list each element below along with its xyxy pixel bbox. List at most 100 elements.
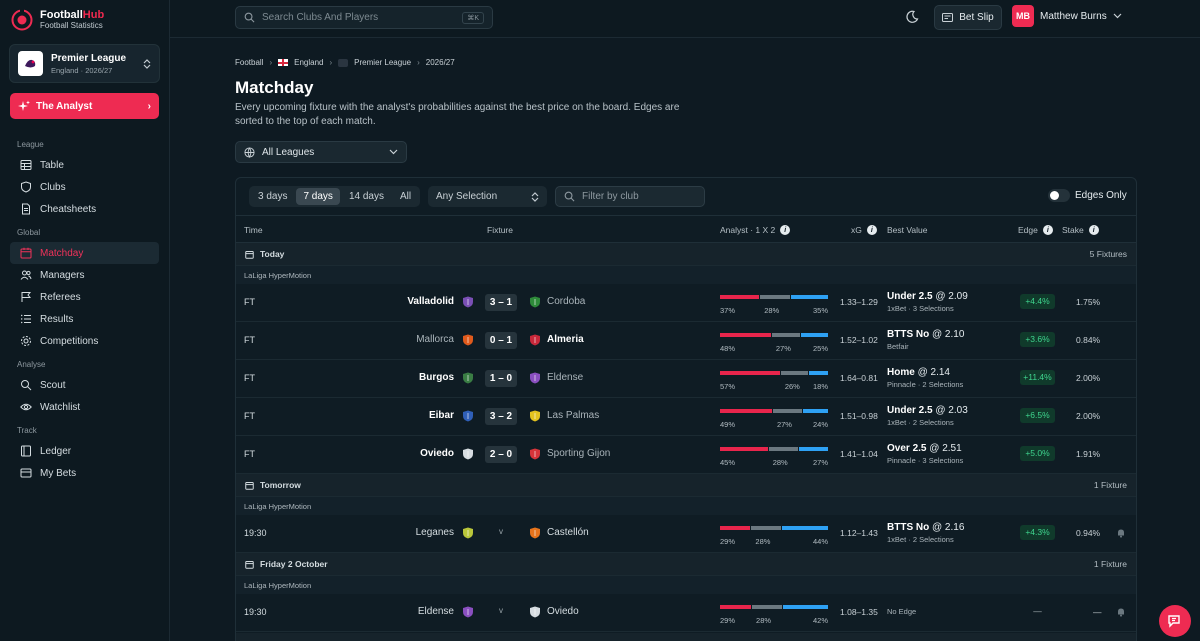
bet-selection: Under 2.5 [887, 405, 933, 416]
draw-probability: 27% [776, 420, 792, 429]
home-team[interactable]: Oviedo [420, 448, 454, 459]
match-score: 0 – 1 [485, 332, 517, 349]
edge-badge: +5.0% [1020, 446, 1055, 461]
fixture-count: 1 Fixture [1093, 559, 1127, 569]
league-switcher[interactable]: Premier League England · 2026/27 [9, 44, 160, 83]
bet-price: @ 2.10 [932, 329, 965, 340]
bell-icon[interactable] [1116, 528, 1126, 538]
club-crest-icon [530, 527, 540, 539]
league-filter-select[interactable]: All Leagues [235, 141, 407, 163]
table-row[interactable]: FT Oviedo 2 – 0 Sporting Gijon 45% 28% 27% 1.41… [236, 436, 1136, 474]
best-value-bet: Under 2.5 @ 2.09 [887, 291, 968, 302]
league-name: Premier League [51, 52, 127, 64]
home-team[interactable]: Eibar [429, 410, 454, 421]
fixture-count: 1 Fixture [1093, 480, 1127, 490]
info-icon[interactable]: i [866, 225, 877, 235]
breadcrumb-england[interactable]: England [294, 58, 323, 67]
user-menu[interactable]: MB Matthew Burns [1012, 5, 1122, 27]
range-all[interactable]: All [393, 188, 418, 205]
ticket-icon [942, 13, 954, 22]
range-3-days[interactable]: 3 days [251, 188, 294, 205]
club-filter-input[interactable]: Filter by club [555, 186, 705, 207]
table-row[interactable]: 19:30 Leganes v Castellón 29% 28% 44% 1.12–1.43… [236, 515, 1136, 553]
sidebar-item-watchlist[interactable]: Watchlist [10, 396, 159, 418]
selection-filter-select[interactable]: Any Selection [428, 186, 547, 207]
search-input[interactable]: Search Clubs And Players ⌘K [235, 6, 493, 29]
chevron-down-icon [1113, 13, 1122, 19]
away-probability-segment [801, 333, 828, 337]
info-icon[interactable]: i [1042, 225, 1053, 235]
breadcrumb-premier-league[interactable]: Premier League [354, 58, 411, 67]
info-icon[interactable]: i [780, 225, 791, 235]
breadcrumb-season[interactable]: 2026/27 [426, 58, 455, 67]
home-team[interactable]: Mallorca [416, 334, 454, 345]
the-analyst-button[interactable]: The Analyst › [10, 93, 159, 119]
home-team[interactable]: Burgos [419, 372, 454, 383]
xg-value: 1.08–1.35 [840, 607, 878, 617]
away-team[interactable]: Oviedo [547, 606, 579, 617]
calendar-icon [245, 560, 254, 569]
brand[interactable]: FootballHub Football Statistics [11, 9, 104, 31]
draw-probability-segment [768, 447, 799, 451]
table-row[interactable]: FT Burgos 1 – 0 Eldense 57% 26% 18% 1.64–0.81 Ho… [236, 360, 1136, 398]
club-crest-icon [463, 372, 473, 384]
col-edge: Edge i [1018, 225, 1053, 235]
xg-value: 1.52–1.02 [840, 335, 878, 345]
sidebar-item-my-bets[interactable]: My Bets [10, 462, 159, 484]
sidebar-item-results[interactable]: Results [10, 308, 159, 330]
sidebar-item-cheatsheets[interactable]: Cheatsheets [10, 198, 159, 220]
edges-only-label: Edges Only [1075, 190, 1127, 201]
info-icon[interactable]: i [1088, 225, 1099, 235]
club-crest-icon [530, 410, 540, 422]
bet-price: @ 2.14 [917, 367, 950, 378]
edge-badge: +11.4% [1020, 370, 1055, 385]
home-team[interactable]: Valladolid [407, 296, 454, 307]
table-header: Time Fixture Analyst · 1 X 2i xG i Best V… [236, 215, 1136, 243]
club-crest-icon [530, 448, 540, 460]
breadcrumb-football[interactable]: Football [235, 58, 263, 67]
away-team[interactable]: Las Palmas [547, 410, 599, 421]
bet-slip-button[interactable]: Bet Slip [934, 5, 1002, 30]
chat-button[interactable] [1159, 605, 1191, 637]
table-row[interactable]: FT Mallorca 0 – 1 Almeria 48% 27% 25% 1.52–1.02… [236, 322, 1136, 360]
range-14-days[interactable]: 14 days [342, 188, 391, 205]
sidebar-item-table[interactable]: Table [10, 154, 159, 176]
home-team[interactable]: Leganes [416, 527, 454, 538]
bell-icon[interactable] [1116, 607, 1126, 617]
sidebar-item-clubs[interactable]: Clubs [10, 176, 159, 198]
away-team[interactable]: Sporting Gijon [547, 448, 610, 459]
sidebar: FootballHub Football Statistics Premier … [0, 0, 170, 641]
sidebar-item-referees[interactable]: Referees [10, 286, 159, 308]
the-analyst-label: The Analyst [36, 100, 93, 112]
sidebar-item-ledger[interactable]: Ledger [10, 440, 159, 462]
sidebar-item-competitions[interactable]: Competitions [10, 330, 159, 352]
sidebar-item-scout[interactable]: Scout [10, 374, 159, 396]
away-team[interactable]: Almeria [547, 334, 584, 345]
edges-only-toggle[interactable] [1048, 189, 1070, 202]
away-team[interactable]: Castellón [547, 527, 589, 538]
table-icon [20, 160, 32, 170]
club-crest-icon [463, 410, 473, 422]
home-team[interactable]: Eldense [418, 606, 454, 617]
away-team[interactable]: Cordoba [547, 296, 585, 307]
table-row[interactable]: FT Eibar 3 – 2 Las Palmas 49% 27% 24% 1.51–0.98… [236, 398, 1136, 436]
bet-price: @ 2.09 [935, 291, 968, 302]
probability-bar [720, 371, 828, 375]
stake-value: 0.84% [1076, 335, 1101, 345]
match-time: FT [244, 297, 255, 307]
table-row[interactable]: 19:30 Eldense v Oviedo 29% 28% 42% 1.08–1.35 No … [236, 594, 1136, 632]
breadcrumb-separator: › [269, 58, 273, 67]
premier-league-logo-icon [18, 51, 43, 76]
eye-icon [20, 403, 32, 411]
away-team[interactable]: Eldense [547, 372, 583, 383]
sidebar-item-matchday[interactable]: Matchday [10, 242, 159, 264]
premier-league-mini-icon [338, 58, 349, 67]
competition-name: LaLiga HyperMotion [244, 581, 312, 590]
range-7-days[interactable]: 7 days [296, 188, 340, 205]
list-icon [21, 314, 31, 324]
table-row[interactable]: FT Valladolid 3 – 1 Cordoba 37% 28% 35% 1.33–1.… [236, 284, 1136, 322]
flag-icon [21, 292, 32, 302]
sidebar-item-managers[interactable]: Managers [10, 264, 159, 286]
moon-icon[interactable] [905, 10, 919, 24]
probability-bar [720, 447, 828, 451]
